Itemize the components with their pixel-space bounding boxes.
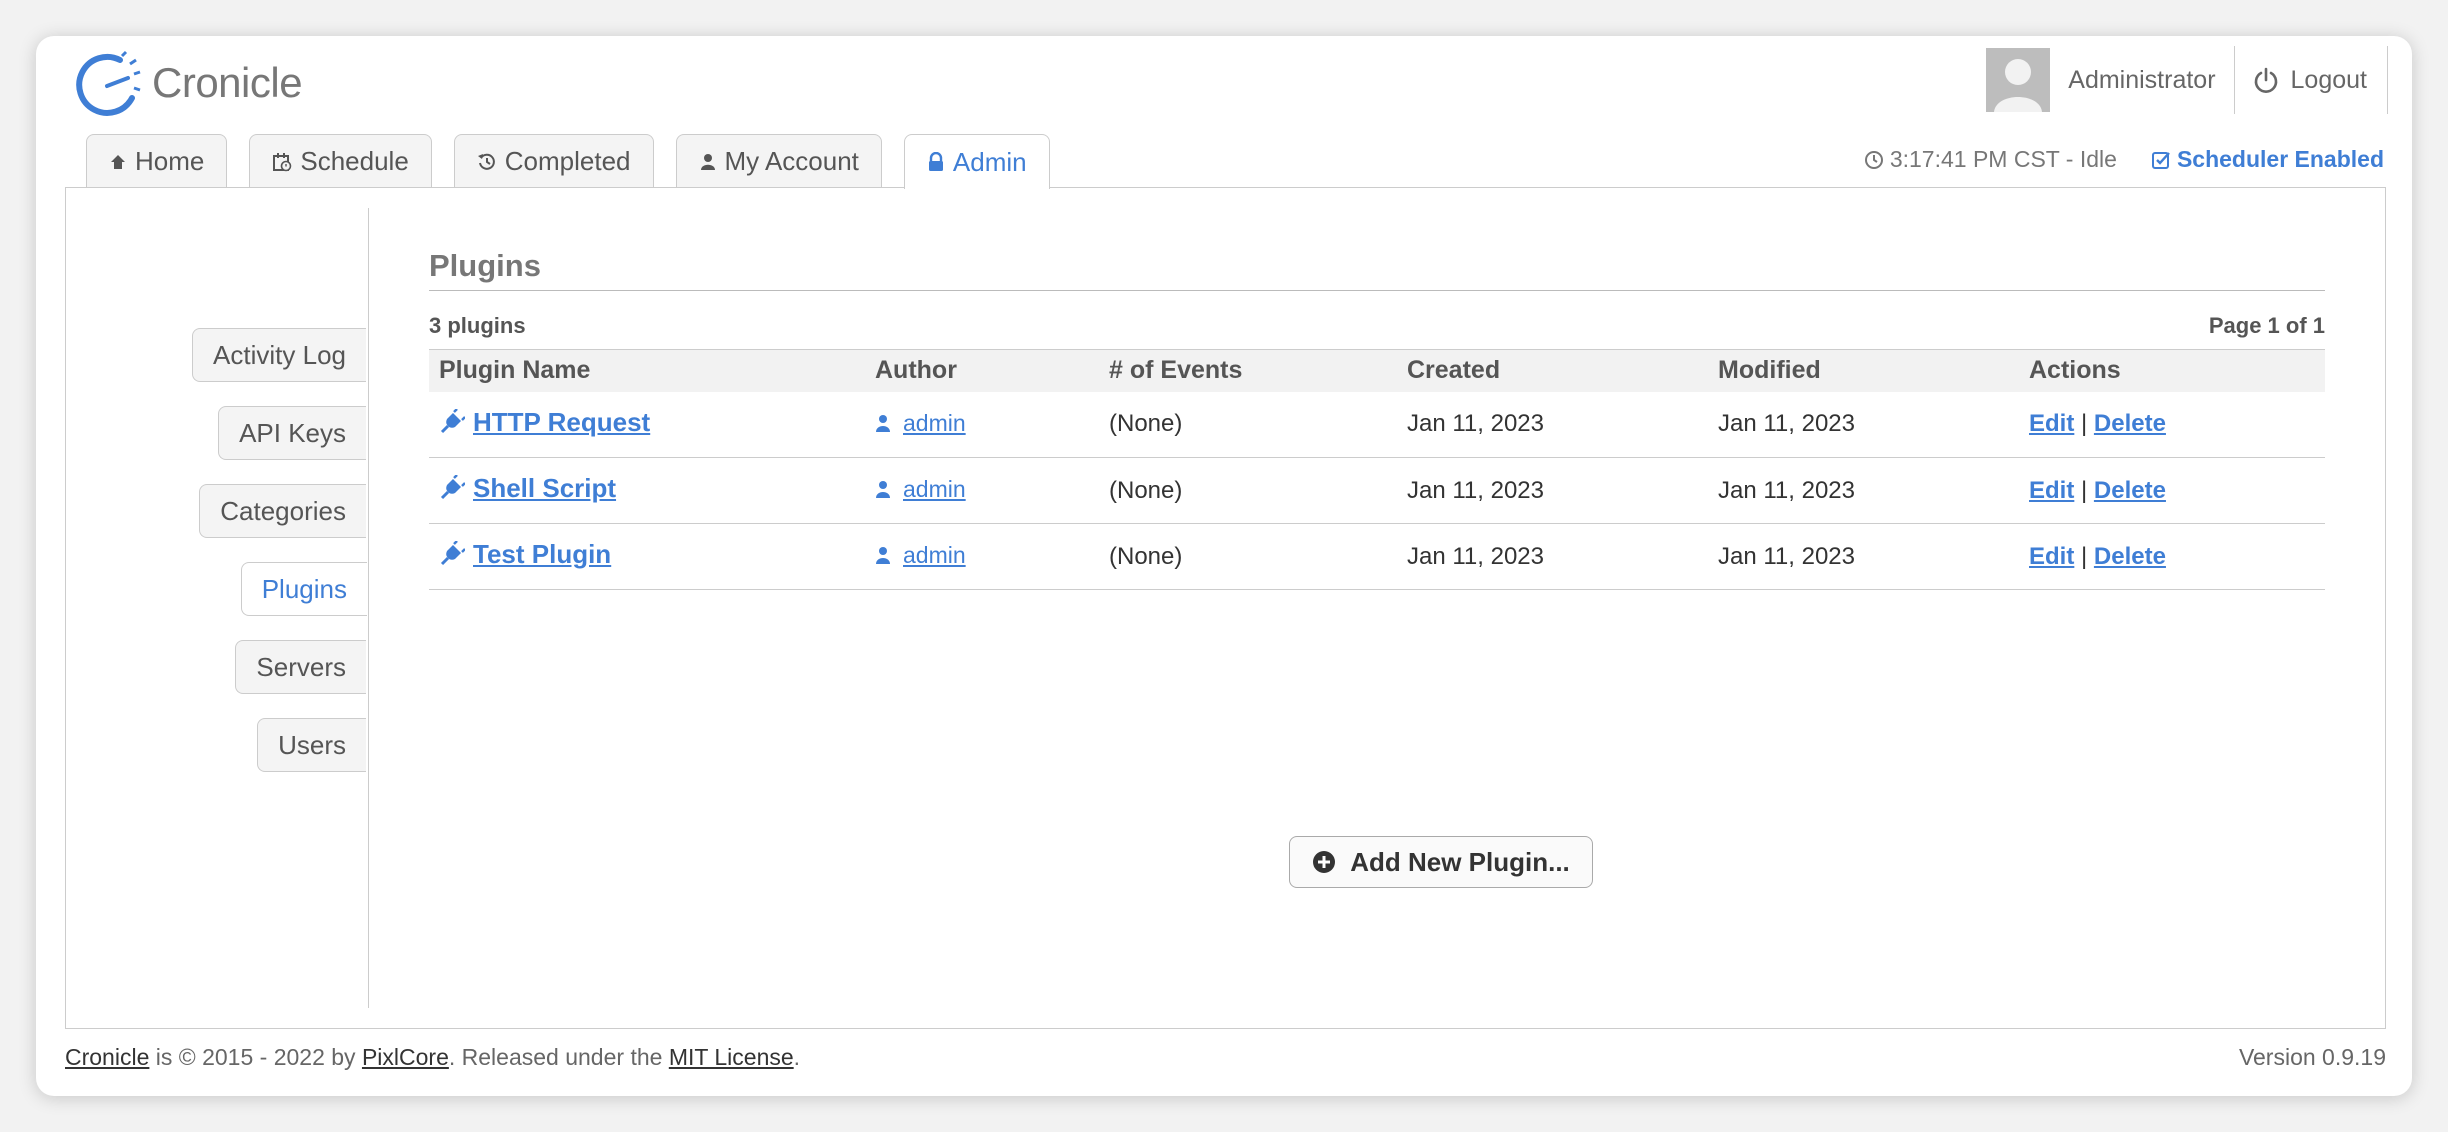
power-icon (2254, 67, 2277, 93)
add-new-plugin-button[interactable]: Add New Plugin... (1289, 836, 1593, 888)
delete-link[interactable]: Delete (2094, 410, 2166, 437)
tab-my-account[interactable]: My Account (675, 134, 882, 188)
clock-icon (1864, 150, 1883, 169)
scheduler-toggle[interactable]: Scheduler Enabled (2151, 146, 2384, 173)
column-header-modified[interactable]: Modified (1708, 349, 2019, 392)
footer-text: . (793, 1044, 801, 1070)
sidebar-item-categories[interactable]: Categories (199, 484, 366, 538)
footer: Cronicle is © 2015 - 2022 by PixlCore. R… (65, 1044, 2386, 1071)
footer-company-link[interactable]: PixlCore (362, 1044, 449, 1070)
column-header-created[interactable]: Created (1397, 349, 1708, 392)
content-panel: Activity Log API Keys Categories Plugins… (65, 187, 2386, 1029)
column-header-events[interactable]: # of Events (1099, 349, 1397, 392)
tab-label: Admin (952, 146, 1027, 177)
author-link[interactable]: admin (903, 542, 966, 569)
action-separator: | (2081, 542, 2088, 570)
sidebar-item-users[interactable]: Users (257, 718, 366, 772)
status-bar: 3:17:41 PM CST - Idle Scheduler Enabled (1864, 146, 2384, 173)
tab-label: Completed (504, 146, 631, 176)
page-title: Plugins (429, 248, 2325, 291)
checkbox-checked-icon (2151, 151, 2170, 169)
add-new-plugin-label: Add New Plugin... (1350, 846, 1570, 877)
column-header-actions: Actions (2019, 349, 2325, 392)
history-icon (477, 153, 495, 170)
user-name[interactable]: Administrator (2068, 46, 2235, 114)
user-icon (876, 547, 890, 565)
modified-cell: Jan 11, 2023 (1708, 391, 2019, 458)
page-indicator: Page 1 of 1 (2208, 313, 2325, 338)
sidebar-divider (368, 208, 369, 1008)
calendar-icon (273, 152, 292, 171)
scheduler-label: Scheduler Enabled (2176, 146, 2384, 172)
logout-label: Logout (2290, 65, 2367, 94)
user-icon (700, 153, 715, 170)
sidebar-item-servers[interactable]: Servers (235, 640, 366, 694)
user-icon (876, 481, 890, 499)
plug-icon (440, 475, 465, 500)
created-cell: Jan 11, 2023 (1397, 457, 1708, 524)
tab-home[interactable]: Home (86, 134, 228, 188)
tab-schedule[interactable]: Schedule (249, 134, 432, 188)
table-row: Shell Script admin (None) Jan 11, 2023 J… (429, 457, 2325, 524)
created-cell: Jan 11, 2023 (1397, 391, 1708, 458)
events-cell: (None) (1099, 457, 1397, 524)
events-cell: (None) (1099, 523, 1397, 590)
plugin-name-link[interactable]: Shell Script (473, 473, 616, 504)
edit-link[interactable]: Edit (2029, 543, 2074, 570)
action-separator: | (2081, 476, 2088, 504)
delete-link[interactable]: Delete (2094, 477, 2166, 504)
footer-app-link[interactable]: Cronicle (65, 1044, 149, 1070)
events-cell: (None) (1099, 391, 1397, 458)
lock-icon (928, 152, 943, 171)
user-area: Administrator Logout (1986, 46, 2388, 114)
clock-status: 3:17:41 PM CST - Idle (1864, 146, 2117, 173)
avatar-silhouette-icon (1994, 59, 2043, 112)
app-title: Cronicle (152, 59, 303, 106)
column-header-author[interactable]: Author (865, 349, 1099, 392)
plus-circle-icon (1313, 851, 1336, 873)
table-row: Test Plugin admin (None) Jan 11, 2023 Ja… (429, 523, 2325, 590)
app-logo[interactable]: Cronicle (72, 48, 303, 118)
plugin-name-link[interactable]: HTTP Request (473, 407, 650, 438)
cronicle-logo-icon (76, 50, 141, 116)
edit-link[interactable]: Edit (2029, 410, 2074, 437)
plug-icon (440, 409, 465, 434)
footer-text: . Released under the (448, 1044, 669, 1070)
footer-credits: Cronicle is © 2015 - 2022 by PixlCore. R… (65, 1044, 800, 1071)
plugin-count: 3 plugins (429, 313, 526, 338)
author-link[interactable]: admin (903, 476, 966, 503)
tab-completed[interactable]: Completed (453, 134, 654, 188)
sidebar-item-plugins[interactable]: Plugins (240, 562, 367, 616)
tab-admin[interactable]: Admin (903, 134, 1050, 189)
logout-button[interactable]: Logout (2235, 46, 2388, 114)
version-label: Version 0.9.19 (2238, 1044, 2386, 1070)
author-link[interactable]: admin (903, 410, 966, 437)
tab-label: Schedule (300, 146, 409, 176)
delete-link[interactable]: Delete (2094, 543, 2166, 570)
column-header-plugin-name[interactable]: Plugin Name (429, 349, 865, 392)
plugins-table: Plugin Name Author # of Events Created M… (429, 349, 2325, 590)
table-row: HTTP Request admin (None) Jan 11, 2023 J… (429, 391, 2325, 458)
footer-license-link[interactable]: MIT License (669, 1044, 794, 1070)
sidebar-item-activity-log[interactable]: Activity Log (192, 328, 366, 382)
footer-text: is © 2015 - 2022 by (149, 1044, 362, 1070)
main-tabs: Home Schedule Completed My Account Admin (86, 134, 1050, 189)
edit-link[interactable]: Edit (2029, 477, 2074, 504)
plugin-name-link[interactable]: Test Plugin (473, 539, 611, 570)
plug-icon (440, 541, 465, 566)
modified-cell: Jan 11, 2023 (1708, 523, 2019, 590)
created-cell: Jan 11, 2023 (1397, 523, 1708, 590)
modified-cell: Jan 11, 2023 (1708, 457, 2019, 524)
action-separator: | (2081, 410, 2088, 438)
sidebar-item-api-keys[interactable]: API Keys (218, 406, 366, 460)
plugins-section: Plugins 3 plugins Page 1 of 1 Plugin Nam… (429, 248, 2325, 590)
tab-label: My Account (724, 146, 859, 176)
tab-label: Home (135, 146, 205, 176)
home-icon (111, 154, 125, 169)
user-icon (876, 415, 890, 432)
avatar[interactable] (1986, 48, 2051, 112)
clock-text: 3:17:41 PM CST - Idle (1889, 146, 2117, 172)
